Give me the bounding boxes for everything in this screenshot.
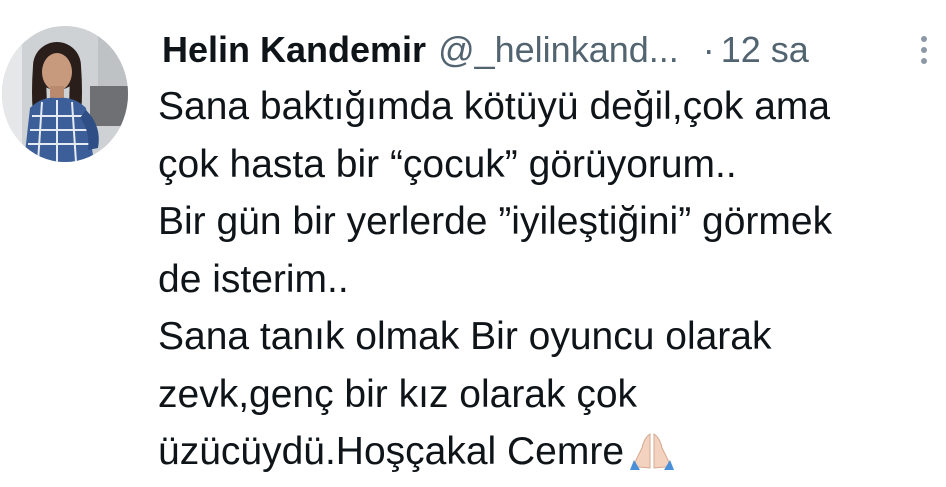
tweet-text-line: de isterim.. [158,257,349,301]
tweet-text-line: üzücüydü.Hoşçakal Cemre [158,430,625,473]
tweet-text-line: çok hasta bir “çocuk” görüyorum.. [158,142,737,186]
tweet-text-line: Bir gün bir yerlerde ”iyileştiğini” görm… [158,200,833,243]
avatar[interactable] [2,26,128,162]
tweet-text-line: Sana tanık olmak Bir oyuncu olarak [158,315,772,358]
more-vertical-icon[interactable] [916,36,932,68]
tweet[interactable]: Helin Kandemir @_helinkand... · 12 sa Sa… [0,0,946,473]
tweet-text: Sana baktığımda kötüyü değil,çok ama çok… [158,78,938,481]
tweet-header: Helin Kandemir @_helinkand... · 12 sa [162,26,809,74]
tweet-text-line-last: üzücüydü.Hoşçakal Cemre [158,423,938,481]
separator-dot: · [702,29,715,70]
user-handle[interactable]: @_helinkand... [438,26,679,74]
folded-hands-icon [630,429,675,470]
tweet-text-line: zevk,genç bir kız olarak çok [158,372,638,416]
display-name[interactable]: Helin Kandemir [162,26,426,74]
tweet-text-line: Sana baktığımda kötüyü değil,çok ama [158,85,831,128]
avatar-photo [2,26,128,162]
tweet-timestamp[interactable]: 12 sa [721,26,809,74]
